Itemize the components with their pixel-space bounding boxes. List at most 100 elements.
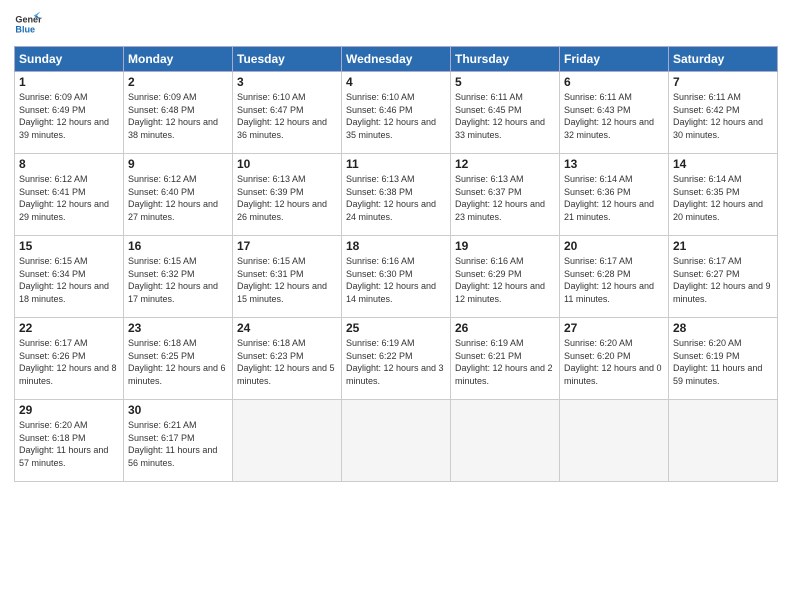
day-number: 6 (564, 75, 664, 89)
day-number: 14 (673, 157, 773, 171)
day-cell: 2 Sunrise: 6:09 AM Sunset: 6:48 PM Dayli… (124, 72, 233, 154)
day-info: Sunrise: 6:13 AM Sunset: 6:38 PM Dayligh… (346, 173, 446, 223)
day-info: Sunrise: 6:14 AM Sunset: 6:36 PM Dayligh… (564, 173, 664, 223)
day-cell: 18 Sunrise: 6:16 AM Sunset: 6:30 PM Dayl… (342, 236, 451, 318)
day-info: Sunrise: 6:15 AM Sunset: 6:34 PM Dayligh… (19, 255, 119, 305)
day-number: 9 (128, 157, 228, 171)
day-number: 18 (346, 239, 446, 253)
day-cell (342, 400, 451, 482)
day-cell: 1 Sunrise: 6:09 AM Sunset: 6:49 PM Dayli… (15, 72, 124, 154)
svg-text:Blue: Blue (15, 24, 35, 34)
calendar-table: SundayMondayTuesdayWednesdayThursdayFrid… (14, 46, 778, 482)
day-cell: 19 Sunrise: 6:16 AM Sunset: 6:29 PM Dayl… (451, 236, 560, 318)
day-cell: 11 Sunrise: 6:13 AM Sunset: 6:38 PM Dayl… (342, 154, 451, 236)
weekday-header-tuesday: Tuesday (233, 47, 342, 72)
weekday-header-sunday: Sunday (15, 47, 124, 72)
day-number: 17 (237, 239, 337, 253)
week-row-5: 29 Sunrise: 6:20 AM Sunset: 6:18 PM Dayl… (15, 400, 778, 482)
week-row-4: 22 Sunrise: 6:17 AM Sunset: 6:26 PM Dayl… (15, 318, 778, 400)
day-info: Sunrise: 6:21 AM Sunset: 6:17 PM Dayligh… (128, 419, 228, 469)
day-info: Sunrise: 6:13 AM Sunset: 6:37 PM Dayligh… (455, 173, 555, 223)
day-cell: 13 Sunrise: 6:14 AM Sunset: 6:36 PM Dayl… (560, 154, 669, 236)
day-info: Sunrise: 6:19 AM Sunset: 6:21 PM Dayligh… (455, 337, 555, 387)
weekday-header-saturday: Saturday (669, 47, 778, 72)
day-info: Sunrise: 6:17 AM Sunset: 6:27 PM Dayligh… (673, 255, 773, 305)
day-cell: 17 Sunrise: 6:15 AM Sunset: 6:31 PM Dayl… (233, 236, 342, 318)
day-cell: 20 Sunrise: 6:17 AM Sunset: 6:28 PM Dayl… (560, 236, 669, 318)
weekday-header-wednesday: Wednesday (342, 47, 451, 72)
day-number: 24 (237, 321, 337, 335)
day-info: Sunrise: 6:18 AM Sunset: 6:23 PM Dayligh… (237, 337, 337, 387)
day-cell: 16 Sunrise: 6:15 AM Sunset: 6:32 PM Dayl… (124, 236, 233, 318)
logo-icon: General Blue (14, 10, 42, 38)
weekday-header-monday: Monday (124, 47, 233, 72)
day-number: 26 (455, 321, 555, 335)
day-number: 5 (455, 75, 555, 89)
day-number: 11 (346, 157, 446, 171)
day-info: Sunrise: 6:15 AM Sunset: 6:31 PM Dayligh… (237, 255, 337, 305)
day-number: 28 (673, 321, 773, 335)
day-info: Sunrise: 6:11 AM Sunset: 6:42 PM Dayligh… (673, 91, 773, 141)
svg-text:General: General (15, 15, 42, 25)
day-cell: 10 Sunrise: 6:13 AM Sunset: 6:39 PM Dayl… (233, 154, 342, 236)
day-number: 2 (128, 75, 228, 89)
weekday-header-friday: Friday (560, 47, 669, 72)
day-info: Sunrise: 6:16 AM Sunset: 6:30 PM Dayligh… (346, 255, 446, 305)
week-row-1: 1 Sunrise: 6:09 AM Sunset: 6:49 PM Dayli… (15, 72, 778, 154)
header: General Blue (14, 10, 778, 38)
day-cell (669, 400, 778, 482)
week-row-2: 8 Sunrise: 6:12 AM Sunset: 6:41 PM Dayli… (15, 154, 778, 236)
day-number: 12 (455, 157, 555, 171)
day-info: Sunrise: 6:12 AM Sunset: 6:41 PM Dayligh… (19, 173, 119, 223)
day-number: 29 (19, 403, 119, 417)
day-cell: 23 Sunrise: 6:18 AM Sunset: 6:25 PM Dayl… (124, 318, 233, 400)
day-cell: 25 Sunrise: 6:19 AM Sunset: 6:22 PM Dayl… (342, 318, 451, 400)
day-cell: 9 Sunrise: 6:12 AM Sunset: 6:40 PM Dayli… (124, 154, 233, 236)
day-info: Sunrise: 6:12 AM Sunset: 6:40 PM Dayligh… (128, 173, 228, 223)
day-number: 22 (19, 321, 119, 335)
day-cell: 24 Sunrise: 6:18 AM Sunset: 6:23 PM Dayl… (233, 318, 342, 400)
day-info: Sunrise: 6:09 AM Sunset: 6:48 PM Dayligh… (128, 91, 228, 141)
day-cell: 6 Sunrise: 6:11 AM Sunset: 6:43 PM Dayli… (560, 72, 669, 154)
day-number: 4 (346, 75, 446, 89)
day-info: Sunrise: 6:18 AM Sunset: 6:25 PM Dayligh… (128, 337, 228, 387)
day-number: 13 (564, 157, 664, 171)
day-number: 19 (455, 239, 555, 253)
day-info: Sunrise: 6:10 AM Sunset: 6:47 PM Dayligh… (237, 91, 337, 141)
day-info: Sunrise: 6:10 AM Sunset: 6:46 PM Dayligh… (346, 91, 446, 141)
day-info: Sunrise: 6:11 AM Sunset: 6:43 PM Dayligh… (564, 91, 664, 141)
day-info: Sunrise: 6:20 AM Sunset: 6:18 PM Dayligh… (19, 419, 119, 469)
day-cell (233, 400, 342, 482)
day-number: 16 (128, 239, 228, 253)
day-number: 30 (128, 403, 228, 417)
day-cell: 29 Sunrise: 6:20 AM Sunset: 6:18 PM Dayl… (15, 400, 124, 482)
day-cell: 30 Sunrise: 6:21 AM Sunset: 6:17 PM Dayl… (124, 400, 233, 482)
day-cell: 14 Sunrise: 6:14 AM Sunset: 6:35 PM Dayl… (669, 154, 778, 236)
day-info: Sunrise: 6:16 AM Sunset: 6:29 PM Dayligh… (455, 255, 555, 305)
day-number: 3 (237, 75, 337, 89)
day-info: Sunrise: 6:19 AM Sunset: 6:22 PM Dayligh… (346, 337, 446, 387)
day-cell: 15 Sunrise: 6:15 AM Sunset: 6:34 PM Dayl… (15, 236, 124, 318)
day-number: 25 (346, 321, 446, 335)
day-info: Sunrise: 6:09 AM Sunset: 6:49 PM Dayligh… (19, 91, 119, 141)
day-number: 1 (19, 75, 119, 89)
calendar-container: General Blue SundayMondayTuesdayWednesda… (0, 0, 792, 612)
day-info: Sunrise: 6:17 AM Sunset: 6:26 PM Dayligh… (19, 337, 119, 387)
day-cell: 21 Sunrise: 6:17 AM Sunset: 6:27 PM Dayl… (669, 236, 778, 318)
day-cell (451, 400, 560, 482)
day-info: Sunrise: 6:17 AM Sunset: 6:28 PM Dayligh… (564, 255, 664, 305)
day-cell: 27 Sunrise: 6:20 AM Sunset: 6:20 PM Dayl… (560, 318, 669, 400)
day-number: 23 (128, 321, 228, 335)
day-cell: 22 Sunrise: 6:17 AM Sunset: 6:26 PM Dayl… (15, 318, 124, 400)
day-info: Sunrise: 6:15 AM Sunset: 6:32 PM Dayligh… (128, 255, 228, 305)
day-cell: 8 Sunrise: 6:12 AM Sunset: 6:41 PM Dayli… (15, 154, 124, 236)
day-cell (560, 400, 669, 482)
week-row-3: 15 Sunrise: 6:15 AM Sunset: 6:34 PM Dayl… (15, 236, 778, 318)
day-info: Sunrise: 6:13 AM Sunset: 6:39 PM Dayligh… (237, 173, 337, 223)
day-cell: 7 Sunrise: 6:11 AM Sunset: 6:42 PM Dayli… (669, 72, 778, 154)
day-number: 20 (564, 239, 664, 253)
day-number: 10 (237, 157, 337, 171)
day-cell: 12 Sunrise: 6:13 AM Sunset: 6:37 PM Dayl… (451, 154, 560, 236)
day-number: 8 (19, 157, 119, 171)
day-number: 15 (19, 239, 119, 253)
